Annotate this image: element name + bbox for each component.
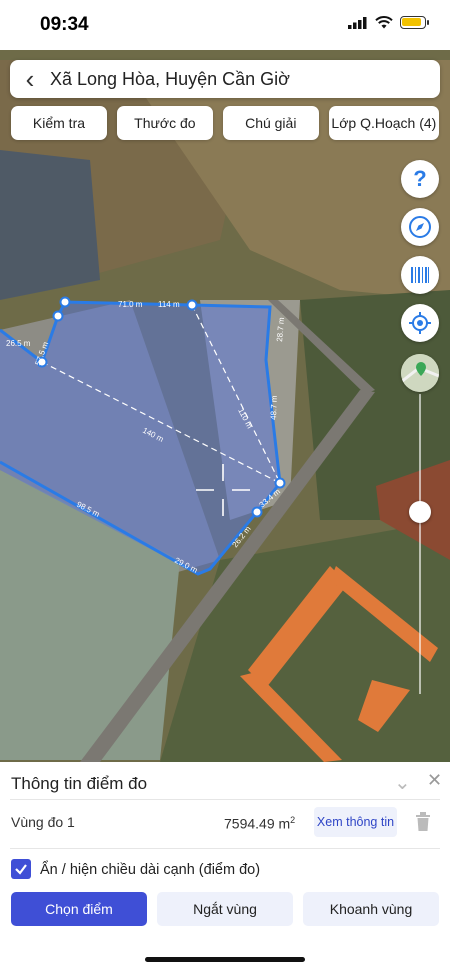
search-bar: ‹ Xã Long Hòa, Huyện Cần Giờ bbox=[10, 60, 440, 98]
checkbox-label: Ẩn / hiện chiều dài cạnh (điểm đo) bbox=[40, 862, 261, 878]
home-indicator bbox=[145, 957, 305, 962]
compass-button[interactable] bbox=[401, 208, 439, 246]
enclose-area-button[interactable]: Khoanh vùng bbox=[303, 892, 439, 926]
show-edge-lengths-checkbox[interactable] bbox=[11, 859, 31, 879]
status-time: 09:34 bbox=[40, 14, 89, 35]
break-area-button[interactable]: Ngắt vùng bbox=[157, 892, 293, 926]
view-info-button[interactable]: Xem thông tin bbox=[314, 807, 397, 837]
chevron-down-icon[interactable]: ⌄ bbox=[394, 770, 411, 795]
help-button[interactable]: ? bbox=[401, 160, 439, 198]
planning-layer-button[interactable]: Lớp Q.Hoạch (4) bbox=[328, 106, 440, 140]
location-title: Xã Long Hòa, Huyện Cần Giờ bbox=[50, 68, 290, 89]
wifi-icon bbox=[375, 16, 393, 29]
opacity-slider-track[interactable] bbox=[419, 394, 421, 694]
measure-info-panel: Thông tin điểm đo ⌄ ✕ Vùng đo 1 7594.49 … bbox=[0, 762, 450, 972]
edge-label: 71.0 m bbox=[118, 300, 143, 309]
divider bbox=[10, 848, 440, 849]
trash-icon bbox=[416, 812, 430, 831]
compass-icon bbox=[409, 216, 431, 238]
back-icon[interactable]: ‹ bbox=[10, 60, 50, 98]
ruler-button[interactable]: Thước đo bbox=[116, 106, 213, 140]
status-icons bbox=[348, 16, 429, 29]
area-value: 7594.49 m2 bbox=[224, 815, 296, 832]
edge-label: 114 m bbox=[158, 300, 180, 309]
action-buttons: Chọn điểm Ngắt vùng Khoanh vùng bbox=[11, 892, 439, 926]
panel-title: Thông tin điểm đo bbox=[11, 774, 148, 793]
legend-button[interactable]: Chú giải bbox=[222, 106, 319, 140]
edge-label: 26.5 m bbox=[6, 339, 31, 348]
divider bbox=[10, 799, 440, 800]
checkmark-icon bbox=[15, 864, 27, 875]
barcode-icon bbox=[411, 267, 429, 283]
choose-point-button[interactable]: Chọn điểm bbox=[11, 892, 147, 926]
delete-button[interactable] bbox=[413, 811, 433, 838]
edge-label: 48.7 m bbox=[269, 395, 279, 420]
check-button[interactable]: Kiểm tra bbox=[11, 106, 107, 140]
satellite-map[interactable]: 71.0 m 114 m 28.7 m 48.7 m 110 m 140 m 9… bbox=[0, 50, 450, 762]
map-type-button[interactable] bbox=[401, 354, 439, 392]
layer-thumb-icon bbox=[401, 354, 439, 392]
close-icon[interactable]: ✕ bbox=[427, 770, 442, 791]
area-label: Vùng đo 1 bbox=[11, 814, 75, 830]
locate-icon bbox=[409, 312, 431, 334]
locate-button[interactable] bbox=[401, 304, 439, 342]
opacity-slider-thumb[interactable] bbox=[409, 501, 431, 523]
status-bar: 09:34 bbox=[0, 0, 450, 50]
battery-icon bbox=[400, 16, 429, 29]
toolbar: Kiểm tra Thước đo Chú giải Lớp Q.Hoạch (… bbox=[11, 106, 440, 140]
help-icon: ? bbox=[413, 166, 427, 191]
barcode-button[interactable] bbox=[401, 256, 439, 294]
signal-icon bbox=[348, 16, 367, 29]
